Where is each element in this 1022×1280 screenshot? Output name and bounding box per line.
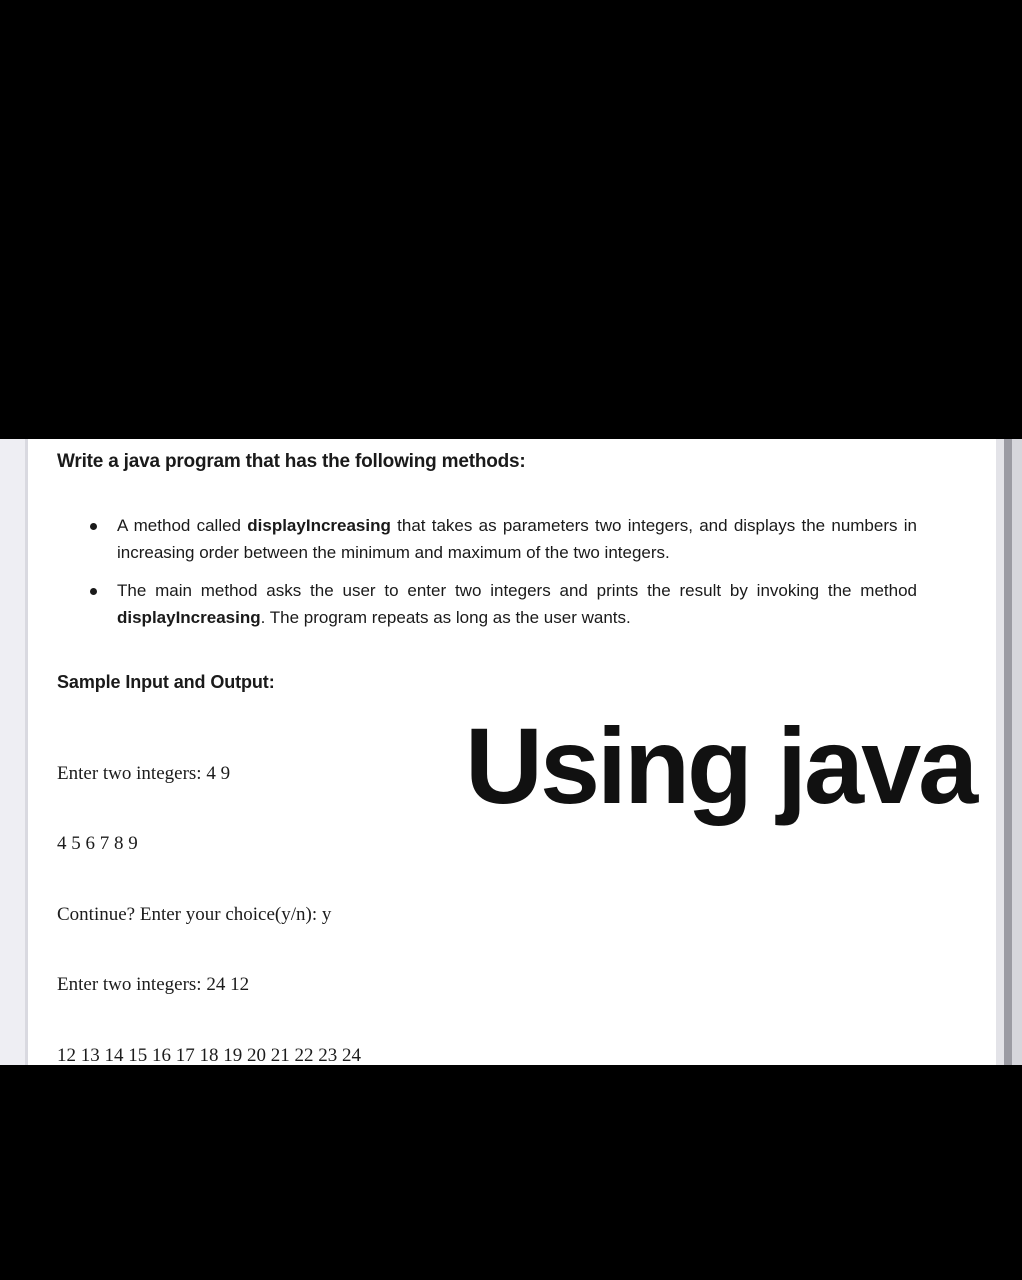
page-left-gutter [0,439,25,1065]
requirements-list: A method called displayIncreasing that t… [57,512,917,632]
sample-io-heading: Sample Input and Output: [57,671,275,692]
console-output-block: Enter two integers: 4 9 4 5 6 7 8 9 Cont… [57,715,477,1065]
bullet-dot-icon [90,522,97,530]
sample-and-caption-row: Enter two integers: 4 9 4 5 6 7 8 9 Cont… [57,709,978,1065]
console-line: Enter two integers: 24 12 [57,974,250,996]
document-viewport: Write a java program that has the follow… [0,439,1022,1065]
console-line: Enter two integers: 4 9 [57,762,231,784]
scrollbar-track[interactable] [996,439,1004,1065]
list-item-text-part1: The main method asks the user to enter t… [117,580,917,600]
list-item: The main method asks the user to enter t… [57,577,917,632]
screenshot-frame: Write a java program that has the follow… [0,0,1022,1280]
bullet-dot-icon [90,587,97,595]
letterbox-top-bar [0,0,1022,439]
scrollbar-thumb[interactable] [1004,439,1012,1065]
letterbox-bottom-bar [0,1065,1022,1280]
page-left-edge-line [25,439,28,1065]
overlay-caption-using-java: Using java [465,704,978,826]
list-item: A method called displayIncreasing that t… [57,512,917,567]
scrollbar-outer-edge [1012,439,1022,1065]
list-item-text-part2: . The program repeats as long as the use… [260,608,631,628]
document-content: Write a java program that has the follow… [57,451,978,1065]
console-line: 12 13 14 15 16 17 18 19 20 21 22 23 24 [57,1044,361,1065]
page-title: Write a java program that has the follow… [57,451,526,472]
list-item-text-part1: A method called [117,515,248,535]
method-name-displayincreasing: displayIncreasing [247,515,391,535]
console-line: 4 5 6 7 8 9 [57,833,138,855]
console-line: Continue? Enter your choice(y/n): y [57,903,332,925]
method-name-displayincreasing: displayIncreasing [117,608,261,628]
